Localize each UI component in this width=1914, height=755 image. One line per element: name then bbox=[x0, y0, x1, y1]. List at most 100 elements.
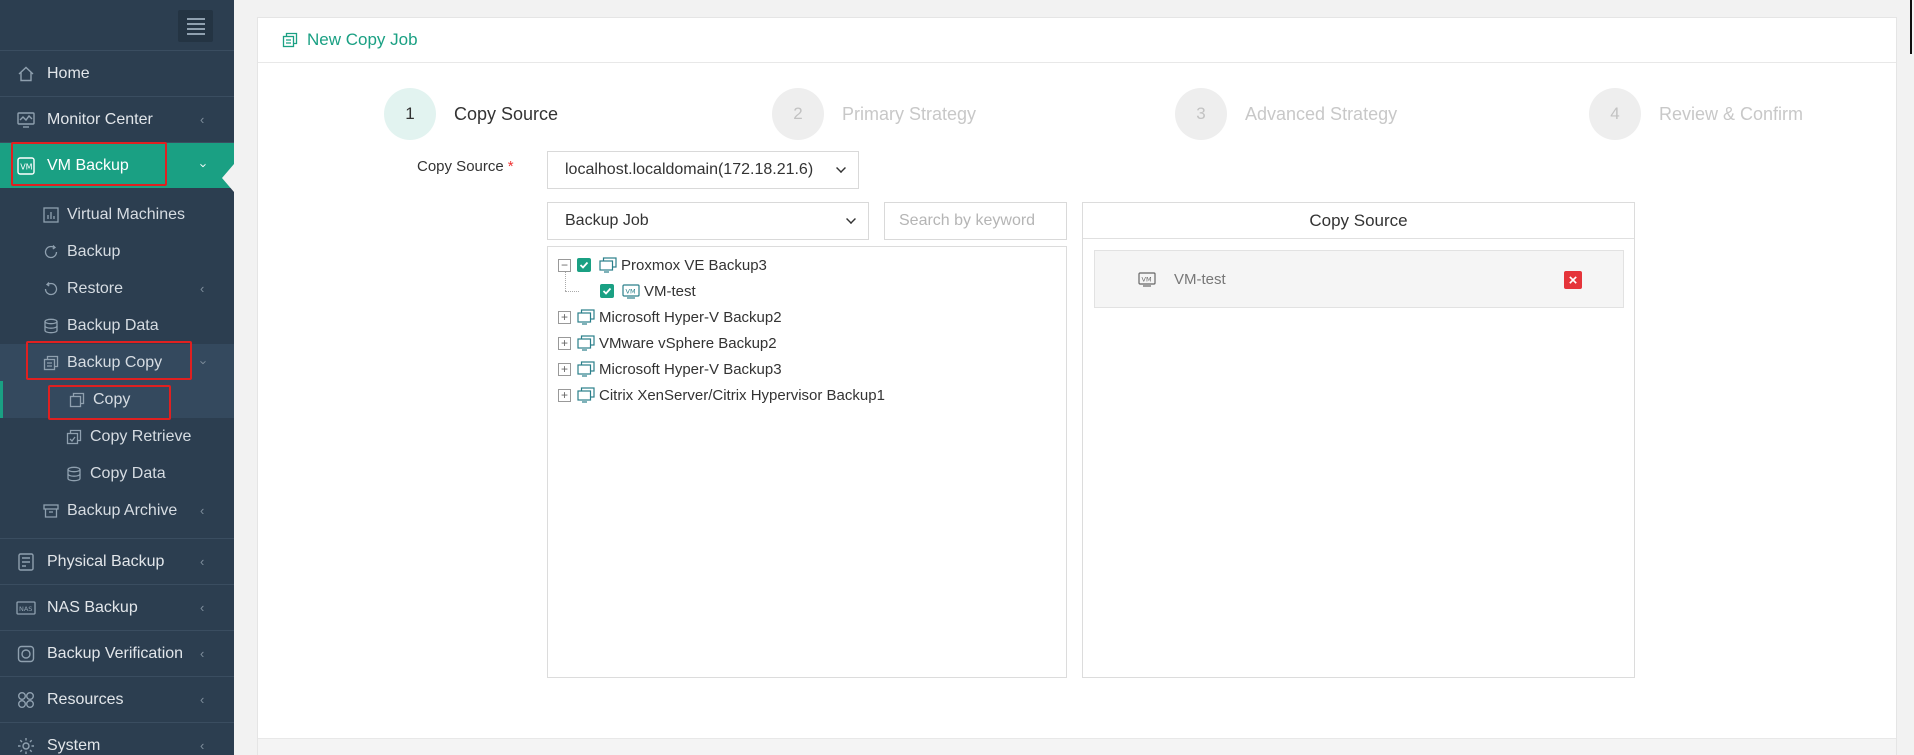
sidebar-item-copy-retrieve[interactable]: Copy Retrieve bbox=[0, 418, 234, 455]
sidebar-item-backup[interactable]: Backup bbox=[0, 233, 234, 270]
backup-job-tree: − Proxmox VE Backup3 VM VM-test + Micros… bbox=[547, 246, 1067, 678]
expand-toggle[interactable]: + bbox=[558, 310, 571, 324]
step-number: 4 bbox=[1589, 88, 1641, 140]
tree-node-label: Proxmox VE Backup3 bbox=[621, 256, 767, 274]
sidebar-item-resources[interactable]: Resources ‹ bbox=[0, 676, 234, 722]
step-copy-source: 1 Copy Source bbox=[384, 88, 558, 140]
step-label: Primary Strategy bbox=[842, 103, 977, 124]
monitor-icon bbox=[16, 110, 36, 130]
sidebar-item-label: Copy Data bbox=[90, 464, 166, 482]
checkbox-checked[interactable] bbox=[577, 258, 591, 272]
tree-node[interactable]: VM VM-test bbox=[600, 281, 696, 301]
step-number: 2 bbox=[772, 88, 824, 140]
vm-icon: VM bbox=[1138, 271, 1156, 287]
expand-toggle[interactable]: + bbox=[558, 362, 571, 376]
vm-icon: VM bbox=[622, 283, 640, 299]
expand-toggle[interactable]: + bbox=[558, 388, 571, 402]
step-review-confirm: 4 Review & Confirm bbox=[1589, 88, 1803, 140]
sidebar-item-label: Monitor Center bbox=[47, 110, 153, 128]
backup-job-icon bbox=[577, 309, 595, 325]
gear-icon bbox=[16, 736, 36, 755]
sidebar-item-backup-data[interactable]: Backup Data bbox=[0, 307, 234, 344]
svg-text:VM: VM bbox=[626, 288, 636, 296]
sidebar-item-virtual-machines[interactable]: Virtual Machines bbox=[0, 196, 234, 233]
sidebar-item-label: Backup Archive bbox=[67, 501, 178, 519]
panel-footer bbox=[258, 738, 1896, 755]
chevron-left-icon: ‹ bbox=[200, 692, 205, 707]
sidebar-item-system[interactable]: System ‹ bbox=[0, 722, 234, 755]
tree-node-label: Citrix XenServer/Citrix Hypervisor Backu… bbox=[599, 386, 885, 404]
sidebar-item-label: Copy Retrieve bbox=[90, 427, 192, 445]
checkbox-checked[interactable] bbox=[600, 284, 614, 298]
sidebar-item-label: Backup bbox=[67, 242, 121, 260]
tree-node[interactable]: + Citrix XenServer/Citrix Hypervisor Bac… bbox=[558, 385, 885, 405]
nas-icon: NAS bbox=[16, 598, 36, 618]
sidebar-item-label: Restore bbox=[67, 279, 124, 297]
sidebar-item-label: System bbox=[47, 736, 101, 754]
step-label: Review & Confirm bbox=[1659, 103, 1804, 124]
chevron-down-icon bbox=[846, 214, 856, 224]
sidebar-item-label: NAS Backup bbox=[47, 598, 138, 616]
sidebar-item-backup-archive[interactable]: Backup Archive ‹ bbox=[0, 492, 234, 529]
search-input[interactable] bbox=[884, 202, 1067, 240]
tree-node-label: Microsoft Hyper-V Backup2 bbox=[599, 308, 782, 326]
backup-job-icon bbox=[577, 361, 595, 377]
sidebar-item-label: Backup Verification bbox=[47, 644, 184, 662]
database-icon bbox=[65, 465, 83, 483]
copy-icon bbox=[282, 32, 298, 48]
page-title: New Copy Job bbox=[307, 30, 418, 49]
step-primary-strategy: 2 Primary Strategy bbox=[772, 88, 976, 140]
menu-toggle-button[interactable] bbox=[178, 10, 213, 42]
chevron-down-icon: ‹ bbox=[194, 360, 210, 365]
verify-icon bbox=[16, 644, 36, 664]
chevron-left-icon: ‹ bbox=[200, 554, 205, 569]
collapse-toggle[interactable]: − bbox=[558, 258, 571, 272]
database-icon bbox=[42, 317, 60, 335]
selected-source-item: VM VM-test × bbox=[1094, 250, 1624, 308]
host-select[interactable]: localhost.localdomain(172.18.21.6) bbox=[547, 151, 859, 189]
sidebar-item-backup-verification[interactable]: Backup Verification ‹ bbox=[0, 630, 234, 676]
tree-node[interactable]: + Microsoft Hyper-V Backup3 bbox=[558, 359, 782, 379]
sidebar-item-label: Virtual Machines bbox=[67, 205, 185, 223]
selected-source-title: Copy Source bbox=[1083, 203, 1634, 239]
tree-node[interactable]: + Microsoft Hyper-V Backup2 bbox=[558, 307, 782, 327]
chevron-left-icon: ‹ bbox=[200, 503, 205, 518]
active-indicator bbox=[222, 164, 234, 192]
chevron-down-icon: ‹ bbox=[194, 163, 210, 168]
sidebar: Home Monitor Center ‹ VM VM Backup ‹ Vir… bbox=[0, 0, 234, 755]
server-icon bbox=[16, 552, 36, 572]
sidebar-item-home[interactable]: Home bbox=[0, 50, 234, 96]
sidebar-item-label: Home bbox=[47, 64, 90, 82]
chevron-left-icon: ‹ bbox=[200, 600, 205, 615]
tree-node-label: Microsoft Hyper-V Backup3 bbox=[599, 360, 782, 378]
sidebar-item-monitor-center[interactable]: Monitor Center ‹ bbox=[0, 96, 234, 142]
expand-toggle[interactable]: + bbox=[558, 336, 571, 350]
chevron-left-icon: ‹ bbox=[200, 281, 205, 296]
sidebar-item-restore[interactable]: Restore ‹ bbox=[0, 270, 234, 307]
tree-node[interactable]: − Proxmox VE Backup3 bbox=[558, 255, 767, 275]
step-label: Copy Source bbox=[454, 103, 559, 124]
remove-icon[interactable]: × bbox=[1564, 271, 1582, 289]
backup-job-icon bbox=[599, 257, 617, 273]
sidebar-item-physical-backup[interactable]: Physical Backup ‹ bbox=[0, 538, 234, 584]
tree-node[interactable]: + VMware vSphere Backup2 bbox=[558, 333, 777, 353]
chevron-left-icon: ‹ bbox=[200, 646, 205, 661]
job-type-select-value: Backup Job bbox=[565, 212, 649, 229]
step-number: 1 bbox=[384, 88, 436, 140]
highlight-box bbox=[48, 385, 171, 420]
svg-text:VM: VM bbox=[1142, 276, 1152, 284]
archive-icon bbox=[42, 502, 60, 520]
selected-source-panel: Copy Source VM VM-test × bbox=[1082, 202, 1635, 678]
sidebar-item-copy-data[interactable]: Copy Data bbox=[0, 455, 234, 492]
restore-icon bbox=[42, 280, 60, 298]
main-panel: New Copy Job 1 Copy Source 2 Primary Str… bbox=[257, 17, 1897, 755]
backup-job-icon bbox=[577, 335, 595, 351]
step-number: 3 bbox=[1175, 88, 1227, 140]
job-type-select[interactable]: Backup Job bbox=[547, 202, 869, 240]
tree-node-label: VM-test bbox=[644, 282, 696, 300]
window-edge bbox=[1910, 0, 1912, 54]
svg-text:NAS: NAS bbox=[19, 605, 32, 613]
sidebar-item-nas-backup[interactable]: NAS NAS Backup ‹ bbox=[0, 584, 234, 630]
selected-source-label: VM-test bbox=[1174, 271, 1226, 288]
chevron-down-icon bbox=[836, 163, 846, 173]
